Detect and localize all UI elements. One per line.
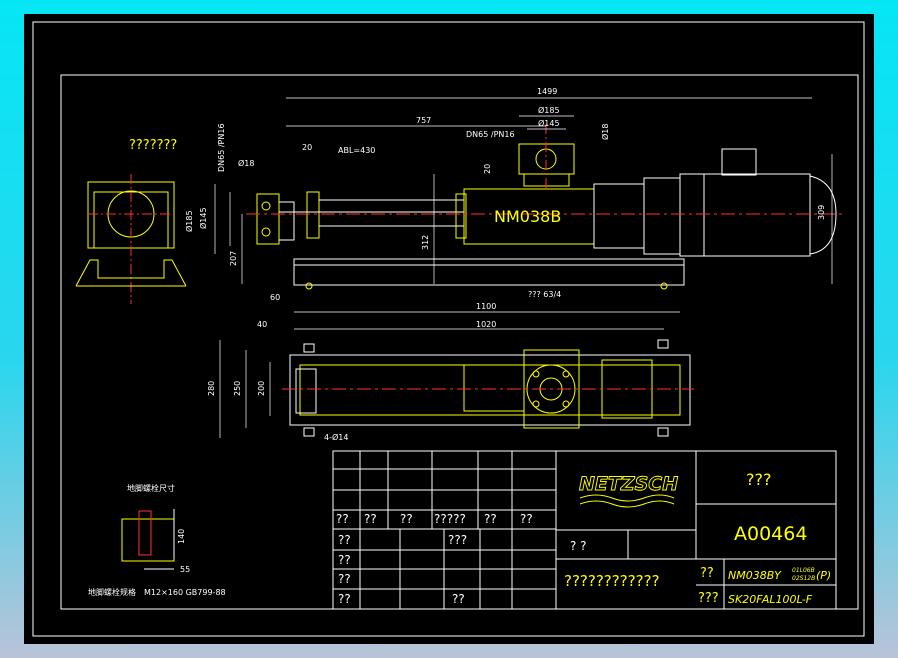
bolt-spec-label: 地脚螺栓规格 [88, 587, 136, 597]
dim-20-left: 20 [302, 143, 312, 152]
rev-label-6: ?? [520, 512, 533, 526]
drawing-canvas: ??????? NM038B 1499 757 Ø185 Ø145 DN65 /… [24, 14, 874, 644]
bolt-detail [121, 509, 175, 570]
dim-holes: 4-Ø14 [324, 432, 348, 442]
rev-label-4: ????? [434, 512, 466, 526]
rev-label-1: ?? [336, 512, 349, 526]
dim-200: 200 [257, 381, 266, 396]
logo-text: NETZSCH [579, 473, 678, 495]
bottom-mid-label: ?? [452, 592, 465, 606]
rev-label-3: ?? [400, 512, 413, 526]
scale-label: ? ? [570, 539, 587, 553]
bolt-dim-55: 55 [180, 565, 190, 574]
dim-185: Ø185 [538, 105, 560, 115]
cad-drawing: ??????? NM038B 1499 757 Ø185 Ø145 DN65 /… [32, 21, 865, 637]
drawing-number: A00464 [734, 523, 807, 545]
bolt-spec-value: M12×160 GB799-88 [144, 588, 226, 597]
dim-207: 207 [229, 251, 238, 266]
dim-312: 312 [421, 235, 430, 250]
top-dimensions [219, 311, 680, 438]
rev-label-5: ?? [484, 512, 497, 526]
dim-dn65-left: DN65 /PN16 [217, 123, 226, 172]
dim-309: 309 [817, 205, 826, 220]
bolt-detail-title: 地脚螺栓尺寸 [127, 483, 175, 493]
pump-model-title: NM038B [494, 207, 561, 226]
dim-1020: 1020 [476, 320, 496, 329]
anchor-note: ??? 63/4 [528, 290, 561, 299]
dim-250: 250 [233, 381, 242, 396]
row-label-3: ?? [338, 572, 351, 586]
dim-abl: ABL=430 [338, 146, 375, 155]
end-view-label: ??????? [129, 138, 177, 153]
row-label-4: ?? [338, 592, 351, 606]
dim-18-right: Ø18 [600, 124, 610, 140]
row-label-1: ?? [338, 533, 351, 547]
mid-label: ??? [448, 533, 467, 547]
netzsch-logo: NETZSCH [579, 473, 679, 508]
dim-185-left: Ø185 [184, 210, 194, 232]
model-suffix: (P) [816, 569, 831, 582]
end-view: ??????? [75, 138, 187, 304]
dim-1499: 1499 [537, 87, 557, 96]
dim-1100: 1100 [476, 302, 496, 311]
model-sup-top: 01L06B [792, 567, 815, 574]
model-label: ?? [700, 566, 714, 581]
long-label: ???????????? [564, 572, 660, 590]
dim-dn65-top: DN65 /PN16 [466, 130, 515, 139]
company-label: ??? [746, 470, 771, 489]
motor-label: ??? [698, 591, 719, 606]
dim-280: 280 [207, 381, 216, 396]
dim-145: Ø145 [538, 118, 560, 128]
rev-label-2: ?? [364, 512, 377, 526]
model-value: NM038BY [728, 569, 782, 582]
row-label-2: ?? [338, 553, 351, 567]
bolt-dim-140: 140 [177, 529, 186, 544]
dim-40: 40 [257, 320, 267, 329]
dim-18-left: Ø18 [238, 158, 254, 168]
motor-value: SK20FAL100L-F [728, 593, 813, 606]
model-sup-bot: 02S12B [792, 575, 815, 582]
dim-145-left: Ø145 [198, 207, 208, 229]
dim-757: 757 [416, 116, 431, 125]
top-view [282, 339, 694, 437]
dim-20-mid: 20 [483, 164, 492, 174]
dim-60: 60 [270, 293, 280, 302]
